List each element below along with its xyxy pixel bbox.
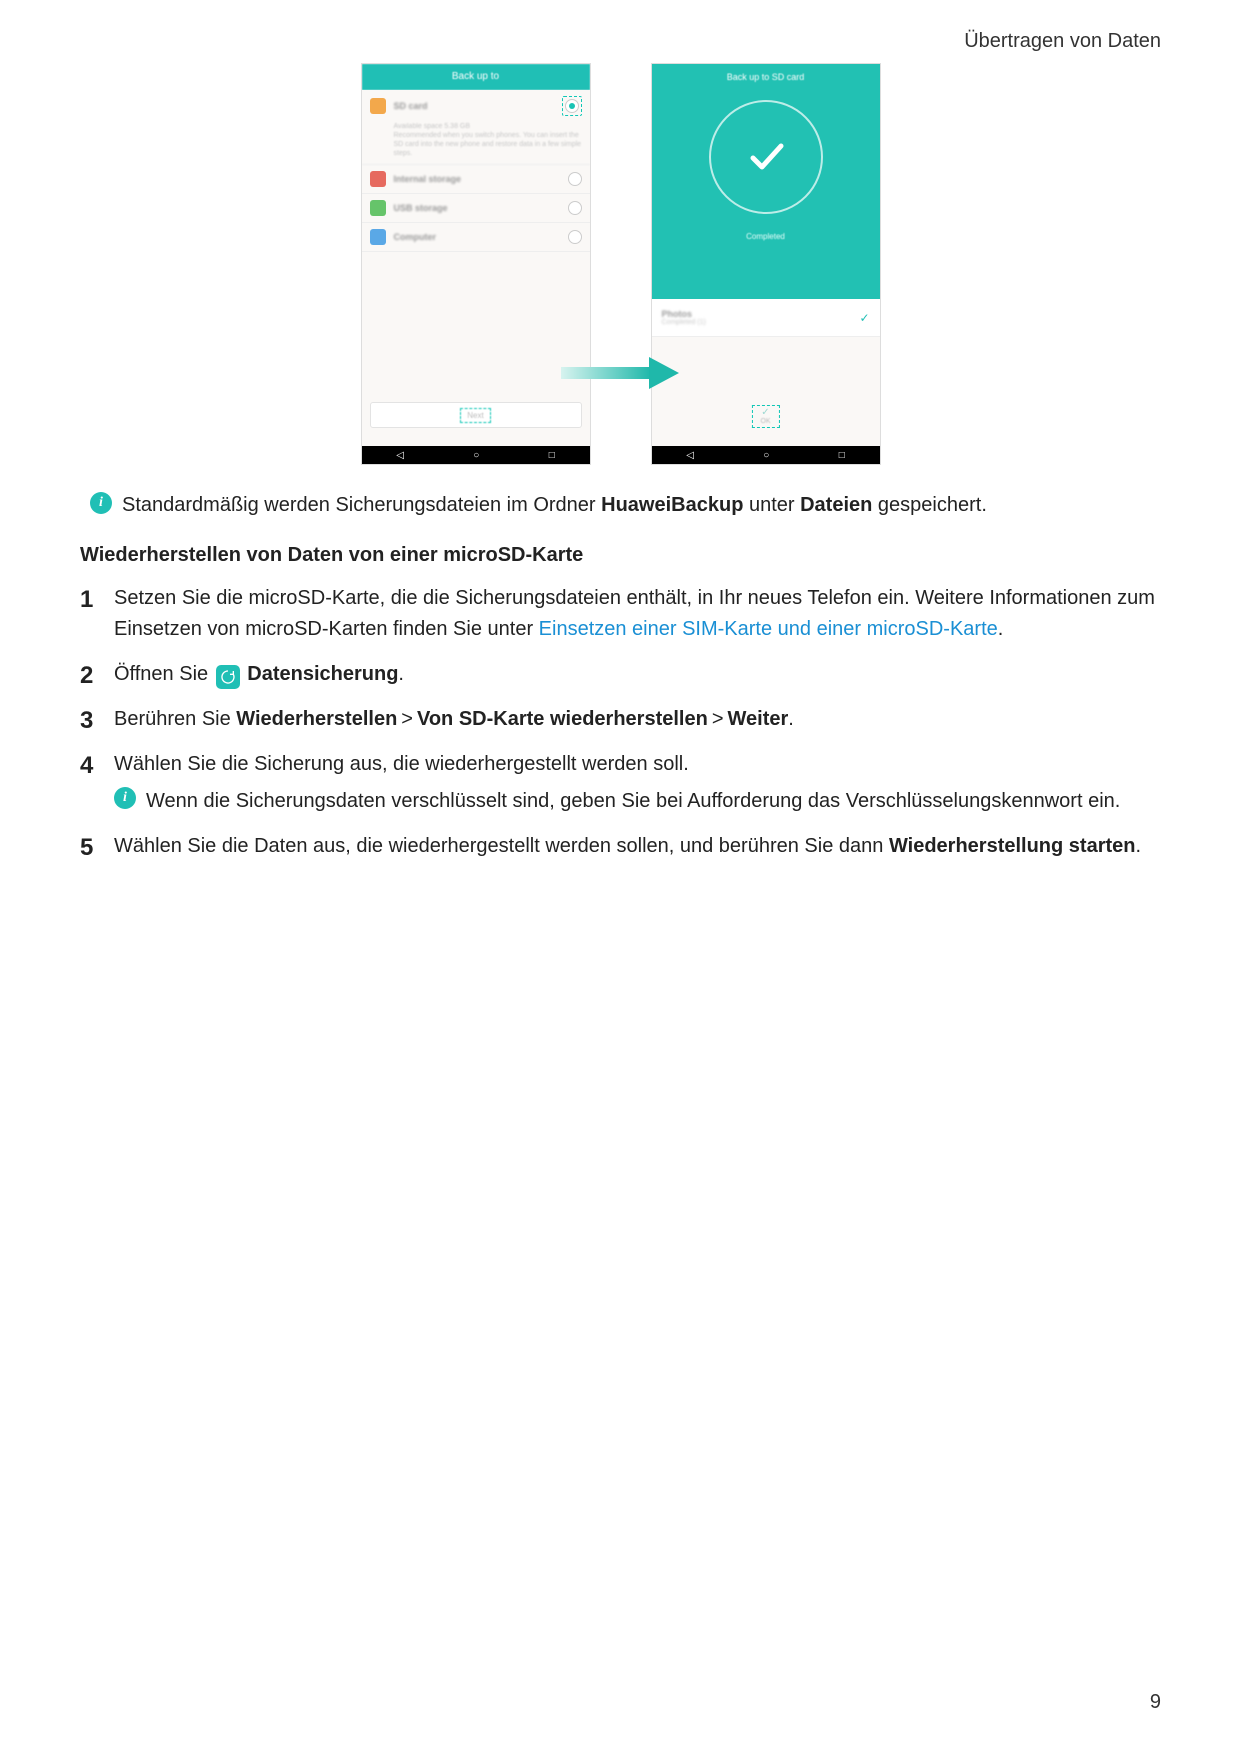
radio-computer[interactable] [568,230,582,244]
info-bold-1: HuaweiBackup [601,494,743,516]
screenshot-backup-complete: Back up to SD card Completed Photos Comp… [651,63,881,465]
steps-list: Setzen Sie die microSD-Karte, die die Si… [80,583,1161,862]
phone1-title: Back up to [362,64,590,90]
next-button-label: Next [460,408,490,423]
radio-usb[interactable] [568,201,582,215]
step-3: Berühren Sie Wiederherstellen>Von SD-Kar… [80,704,1161,735]
nav-back-icon[interactable]: ◁ [686,450,694,461]
info-text-mid: unter [743,494,800,516]
nav-recent-icon[interactable]: □ [839,450,845,461]
step5-text-a: Wählen Sie die Daten aus, die wiederherg… [114,835,889,857]
radio-sd[interactable] [565,99,579,113]
nav-home-icon[interactable]: ○ [763,450,769,461]
sd-desc-2: Recommended when you switch phones. You … [394,131,582,158]
step2-text-a: Öffnen Sie [114,663,214,685]
step-4: Wählen Sie die Sicherung aus, die wieder… [80,749,1161,817]
usb-storage-icon [370,200,386,216]
step3-bold-2: Von SD-Karte wiederherstellen [417,708,708,730]
phone2-title: Back up to SD card [727,72,805,82]
info-icon: i [90,492,112,514]
step3-text-a: Berühren Sie [114,708,236,730]
breadcrumb-sep: > [401,708,413,730]
backup-app-icon [216,665,240,689]
next-button[interactable]: Next [370,402,582,428]
ok-button[interactable]: ✓ OK [751,405,779,428]
step-1: Setzen Sie die microSD-Karte, die die Si… [80,583,1161,645]
step2-bold: Datensicherung [247,663,398,685]
photos-label: Photos [662,309,706,319]
computer-icon [370,229,386,245]
android-navbar: ◁ ○ □ [652,446,880,464]
radio-internal[interactable] [568,172,582,186]
opt-usb-label: USB storage [394,203,560,213]
step-2: Öffnen Sie Datensicherung. [80,659,1161,690]
nav-recent-icon[interactable]: □ [549,450,555,461]
step3-bold-3: Weiter [728,708,789,730]
step3-bold-1: Wiederherstellen [236,708,397,730]
highlight-sd-radio [562,96,582,116]
info-bold-2: Dateien [800,494,872,516]
opt-sd-desc: Available space 5.38 GB Recommended when… [362,122,590,165]
info-note: i Standardmäßig werden Sicherungsdateien… [90,490,1161,520]
step5-text-c: . [1135,835,1141,857]
link-insert-sim[interactable]: Einsetzen einer SIM-Karte und einer micr… [539,618,998,640]
opt-sd-label: SD card [394,101,554,111]
step2-text-c: . [398,663,404,685]
android-navbar: ◁ ○ □ [362,446,590,464]
ok-check-icon: ✓ [761,408,769,418]
internal-storage-icon [370,171,386,187]
step4-text: Wählen Sie die Sicherung aus, die wieder… [114,753,689,775]
info-text-post: gespeichert. [872,494,987,516]
step5-bold: Wiederherstellung starten [889,835,1136,857]
photos-sub-label: Completed (1) [662,319,706,326]
page-header: Übertragen von Daten [80,30,1161,53]
arrow-icon [561,353,681,398]
step3-text-e: . [788,708,794,730]
sd-card-icon [370,98,386,114]
ok-button-label: OK [760,418,770,425]
info-icon: i [114,787,136,809]
step4-info: i Wenn die Sicherungsdaten verschlüsselt… [114,786,1161,817]
opt-internal-label: Internal storage [394,174,560,184]
success-check-circle [709,100,823,214]
section-heading: Wiederherstellen von Daten von einer mic… [80,544,1161,567]
nav-back-icon[interactable]: ◁ [396,450,404,461]
info-text-pre: Standardmäßig werden Sicherungsdateien i… [122,494,601,516]
step1-text-b: . [998,618,1004,640]
step4-info-text: Wenn die Sicherungsdaten verschlüsselt s… [146,786,1120,817]
nav-home-icon[interactable]: ○ [473,450,479,461]
page-number: 9 [1150,1691,1161,1714]
sd-desc-1: Available space 5.38 GB [394,122,582,131]
step-5: Wählen Sie die Daten aus, die wiederherg… [80,831,1161,862]
opt-computer-label: Computer [394,232,560,242]
photos-check-icon: ✓ [859,311,869,325]
completed-label: Completed [746,232,785,241]
screenshot-row: Back up to SD card Available space 5.38 … [80,63,1161,465]
breadcrumb-sep: > [712,708,724,730]
screenshot-backup-to: Back up to SD card Available space 5.38 … [361,63,591,465]
